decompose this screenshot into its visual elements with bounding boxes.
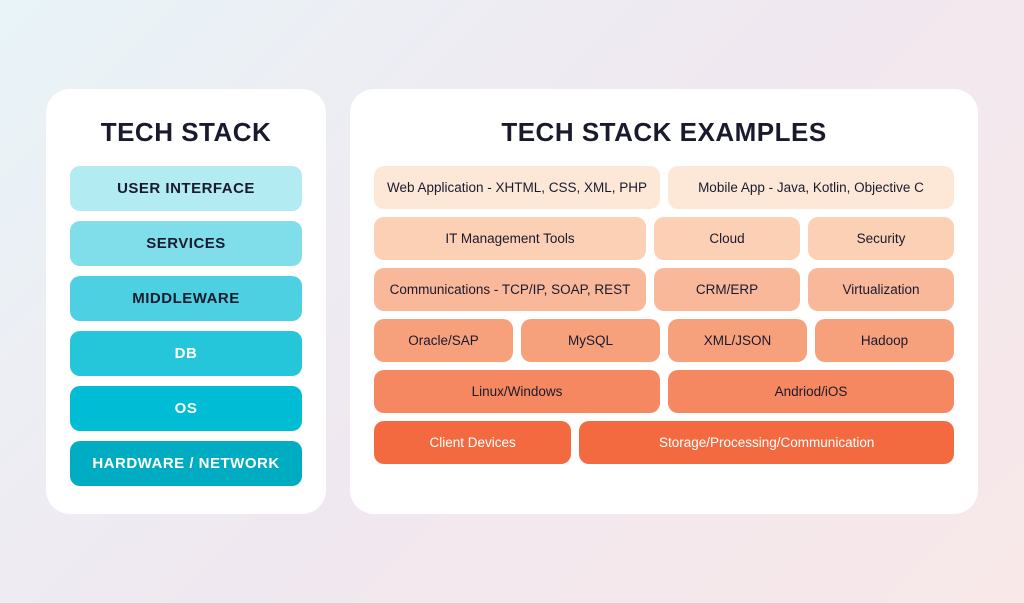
stack-items-list: USER INTERFACE SERVICES MIDDLEWARE DB OS HARD…: [70, 166, 302, 486]
main-container: TECH STACK USER INTERFACE SERVICES MIDDLEW…: [22, 65, 1002, 538]
grid-cell-3-3: Hadoop: [815, 319, 954, 362]
grid-cell-2-0: Communications - TCP/IP, SOAP, REST: [374, 268, 646, 311]
grid-cell-5-0: Client Devices: [374, 421, 571, 464]
grid-cell-3-0: Oracle/SAP: [374, 319, 513, 362]
grid-cell-1-0: IT Management Tools: [374, 217, 646, 260]
grid-cell-4-0: Linux/Windows: [374, 370, 660, 413]
left-panel: TECH STACK USER INTERFACE SERVICES MIDDLEW…: [46, 89, 326, 514]
stack-item-0: USER INTERFACE: [70, 166, 302, 211]
grid-row-3: Oracle/SAPMySQLXML/JSONHadoop: [374, 319, 954, 362]
grid-cell-5-1: Storage/Processing/Communication: [579, 421, 954, 464]
stack-item-3: DB: [70, 331, 302, 376]
grid-row-0: Web Application - XHTML, CSS, XML, PHPMo…: [374, 166, 954, 209]
grid-cell-2-2: Virtualization: [808, 268, 954, 311]
stack-item-2: MIDDLEWARE: [70, 276, 302, 321]
grid-row-2: Communications - TCP/IP, SOAP, RESTCRM/E…: [374, 268, 954, 311]
grid-row-5: Client DevicesStorage/Processing/Communi…: [374, 421, 954, 464]
grid-cell-4-1: Andriod/iOS: [668, 370, 954, 413]
stack-item-1: SERVICES: [70, 221, 302, 266]
examples-grid: Web Application - XHTML, CSS, XML, PHPMo…: [374, 166, 954, 464]
grid-row-1: IT Management ToolsCloudSecurity: [374, 217, 954, 260]
right-panel-title: TECH STACK EXAMPLES: [374, 117, 954, 148]
grid-cell-0-0: Web Application - XHTML, CSS, XML, PHP: [374, 166, 660, 209]
grid-row-4: Linux/WindowsAndriod/iOS: [374, 370, 954, 413]
left-panel-title: TECH STACK: [70, 117, 302, 148]
grid-cell-0-1: Mobile App - Java, Kotlin, Objective C: [668, 166, 954, 209]
stack-item-5: HARDWARE / NETWORK: [70, 441, 302, 486]
right-panel: TECH STACK EXAMPLES Web Application - XH…: [350, 89, 978, 514]
grid-cell-2-1: CRM/ERP: [654, 268, 800, 311]
stack-item-4: OS: [70, 386, 302, 431]
grid-cell-1-2: Security: [808, 217, 954, 260]
grid-cell-3-1: MySQL: [521, 319, 660, 362]
grid-cell-3-2: XML/JSON: [668, 319, 807, 362]
grid-cell-1-1: Cloud: [654, 217, 800, 260]
